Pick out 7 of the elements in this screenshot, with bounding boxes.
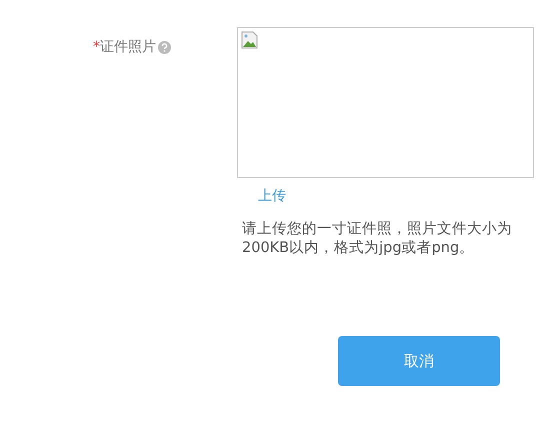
upload-hint: 请上传您的一寸证件照，照片文件大小为200KB以内，格式为jpg或者png。 — [242, 220, 513, 258]
field-label: 证件照片 — [100, 38, 156, 57]
required-mark: * — [93, 38, 100, 57]
broken-image-icon — [241, 31, 259, 49]
cancel-button[interactable]: 取消 — [338, 336, 500, 386]
help-icon — [158, 41, 171, 54]
upload-link[interactable]: 上传 — [258, 186, 534, 206]
